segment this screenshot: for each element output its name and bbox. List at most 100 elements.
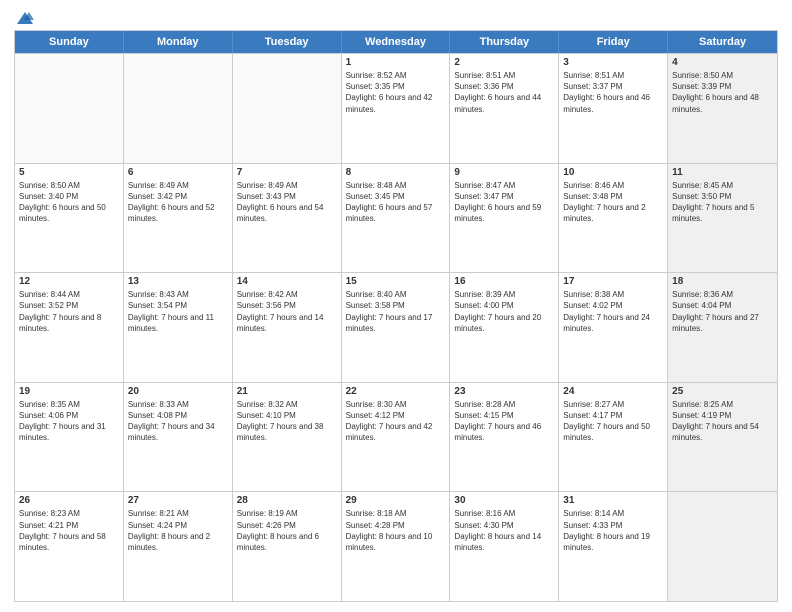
weekday-header-saturday: Saturday bbox=[668, 31, 777, 53]
calendar-cell: 4 Sunrise: 8:50 AM Sunset: 3:39 PM Daylig… bbox=[668, 54, 777, 163]
cell-info: Sunrise: 8:49 AM Sunset: 3:42 PM Dayligh… bbox=[128, 180, 228, 225]
calendar-cell: 16 Sunrise: 8:39 AM Sunset: 4:00 PM Dayli… bbox=[450, 273, 559, 382]
cell-info: Sunrise: 8:50 AM Sunset: 3:39 PM Dayligh… bbox=[672, 70, 773, 115]
cell-info: Sunrise: 8:30 AM Sunset: 4:12 PM Dayligh… bbox=[346, 399, 446, 444]
calendar-cell: 21Sunrise: 8:32 AM Sunset: 4:10 PM Dayli… bbox=[233, 383, 342, 492]
calendar-row-5: 26Sunrise: 8:23 AM Sunset: 4:21 PM Dayli… bbox=[15, 491, 777, 601]
cell-info: Sunrise: 8:38 AM Sunset: 4:02 PM Dayligh… bbox=[563, 289, 663, 334]
calendar-cell: 20Sunrise: 8:33 AM Sunset: 4:08 PM Dayli… bbox=[124, 383, 233, 492]
weekday-header-thursday: Thursday bbox=[450, 31, 559, 53]
cell-info: Sunrise: 8:21 AM Sunset: 4:24 PM Dayligh… bbox=[128, 508, 228, 553]
day-number: 4 bbox=[672, 57, 773, 68]
day-number: 13 bbox=[128, 276, 228, 287]
day-number: 9 bbox=[454, 167, 554, 178]
cell-info: Sunrise: 8:42 AM Sunset: 3:56 PM Dayligh… bbox=[237, 289, 337, 334]
day-number: 16 bbox=[454, 276, 554, 287]
calendar-cell: 7 Sunrise: 8:49 AM Sunset: 3:43 PM Daylig… bbox=[233, 164, 342, 273]
weekday-header-wednesday: Wednesday bbox=[342, 31, 451, 53]
day-number: 31 bbox=[563, 495, 663, 506]
calendar: SundayMondayTuesdayWednesdayThursdayFrid… bbox=[14, 30, 778, 602]
day-number: 7 bbox=[237, 167, 337, 178]
weekday-header-monday: Monday bbox=[124, 31, 233, 53]
cell-info: Sunrise: 8:44 AM Sunset: 3:52 PM Dayligh… bbox=[19, 289, 119, 334]
cell-info: Sunrise: 8:16 AM Sunset: 4:30 PM Dayligh… bbox=[454, 508, 554, 553]
cell-info: Sunrise: 8:50 AM Sunset: 3:40 PM Dayligh… bbox=[19, 180, 119, 225]
calendar-cell: 17 Sunrise: 8:38 AM Sunset: 4:02 PM Dayli… bbox=[559, 273, 668, 382]
day-number: 2 bbox=[454, 57, 554, 68]
day-number: 11 bbox=[672, 167, 773, 178]
day-number: 6 bbox=[128, 167, 228, 178]
calendar-cell: 11 Sunrise: 8:45 AM Sunset: 3:50 PM Dayli… bbox=[668, 164, 777, 273]
logo bbox=[14, 10, 34, 24]
calendar-cell: 14 Sunrise: 8:42 AM Sunset: 3:56 PM Dayli… bbox=[233, 273, 342, 382]
calendar-row-2: 5Sunrise: 8:50 AM Sunset: 3:40 PM Daylig… bbox=[15, 163, 777, 273]
calendar-cell: 19 Sunrise: 8:35 AM Sunset: 4:06 PM Dayli… bbox=[15, 383, 124, 492]
cell-info: Sunrise: 8:45 AM Sunset: 3:50 PM Dayligh… bbox=[672, 180, 773, 225]
cell-info: Sunrise: 8:46 AM Sunset: 3:48 PM Dayligh… bbox=[563, 180, 663, 225]
day-number: 21 bbox=[237, 386, 337, 397]
day-number: 15 bbox=[346, 276, 446, 287]
calendar-cell: 24 Sunrise: 8:27 AM Sunset: 4:17 PM Dayli… bbox=[559, 383, 668, 492]
weekday-header-tuesday: Tuesday bbox=[233, 31, 342, 53]
calendar-cell: 15 Sunrise: 8:40 AM Sunset: 3:58 PM Dayli… bbox=[342, 273, 451, 382]
cell-info: Sunrise: 8:51 AM Sunset: 3:37 PM Dayligh… bbox=[563, 70, 663, 115]
calendar-cell: 1 Sunrise: 8:52 AM Sunset: 3:35 PM Daylig… bbox=[342, 54, 451, 163]
weekday-header-sunday: Sunday bbox=[15, 31, 124, 53]
day-number: 12 bbox=[19, 276, 119, 287]
day-number: 19 bbox=[19, 386, 119, 397]
cell-info: Sunrise: 8:51 AM Sunset: 3:36 PM Dayligh… bbox=[454, 70, 554, 115]
calendar-row-4: 19 Sunrise: 8:35 AM Sunset: 4:06 PM Dayli… bbox=[15, 382, 777, 492]
cell-info: Sunrise: 8:25 AM Sunset: 4:19 PM Dayligh… bbox=[672, 399, 773, 444]
cell-info: Sunrise: 8:47 AM Sunset: 3:47 PM Dayligh… bbox=[454, 180, 554, 225]
calendar-cell: 13Sunrise: 8:43 AM Sunset: 3:54 PM Dayli… bbox=[124, 273, 233, 382]
day-number: 29 bbox=[346, 495, 446, 506]
calendar-cell: 2 Sunrise: 8:51 AM Sunset: 3:36 PM Daylig… bbox=[450, 54, 559, 163]
calendar-cell: 31Sunrise: 8:14 AM Sunset: 4:33 PM Dayli… bbox=[559, 492, 668, 601]
cell-info: Sunrise: 8:48 AM Sunset: 3:45 PM Dayligh… bbox=[346, 180, 446, 225]
calendar-cell bbox=[233, 54, 342, 163]
calendar-body: 1 Sunrise: 8:52 AM Sunset: 3:35 PM Daylig… bbox=[15, 53, 777, 601]
weekday-header-friday: Friday bbox=[559, 31, 668, 53]
day-number: 14 bbox=[237, 276, 337, 287]
cell-info: Sunrise: 8:49 AM Sunset: 3:43 PM Dayligh… bbox=[237, 180, 337, 225]
day-number: 1 bbox=[346, 57, 446, 68]
calendar-cell: 10 Sunrise: 8:46 AM Sunset: 3:48 PM Dayli… bbox=[559, 164, 668, 273]
calendar-cell: 6 Sunrise: 8:49 AM Sunset: 3:42 PM Daylig… bbox=[124, 164, 233, 273]
calendar-cell: 28 Sunrise: 8:19 AM Sunset: 4:26 PM Dayli… bbox=[233, 492, 342, 601]
calendar-cell: 25 Sunrise: 8:25 AM Sunset: 4:19 PM Dayli… bbox=[668, 383, 777, 492]
day-number: 27 bbox=[128, 495, 228, 506]
cell-info: Sunrise: 8:19 AM Sunset: 4:26 PM Dayligh… bbox=[237, 508, 337, 553]
cell-info: Sunrise: 8:35 AM Sunset: 4:06 PM Dayligh… bbox=[19, 399, 119, 444]
cell-info: Sunrise: 8:18 AM Sunset: 4:28 PM Dayligh… bbox=[346, 508, 446, 553]
calendar-cell: 26Sunrise: 8:23 AM Sunset: 4:21 PM Dayli… bbox=[15, 492, 124, 601]
calendar-cell bbox=[668, 492, 777, 601]
calendar-cell: 18Sunrise: 8:36 AM Sunset: 4:04 PM Dayli… bbox=[668, 273, 777, 382]
header bbox=[14, 10, 778, 24]
calendar-row-3: 12 Sunrise: 8:44 AM Sunset: 3:52 PM Dayli… bbox=[15, 272, 777, 382]
calendar-cell: 5Sunrise: 8:50 AM Sunset: 3:40 PM Daylig… bbox=[15, 164, 124, 273]
cell-info: Sunrise: 8:27 AM Sunset: 4:17 PM Dayligh… bbox=[563, 399, 663, 444]
calendar-cell: 8Sunrise: 8:48 AM Sunset: 3:45 PM Daylig… bbox=[342, 164, 451, 273]
day-number: 17 bbox=[563, 276, 663, 287]
calendar-cell: 22 Sunrise: 8:30 AM Sunset: 4:12 PM Dayli… bbox=[342, 383, 451, 492]
cell-info: Sunrise: 8:52 AM Sunset: 3:35 PM Dayligh… bbox=[346, 70, 446, 115]
calendar-cell: 9 Sunrise: 8:47 AM Sunset: 3:47 PM Daylig… bbox=[450, 164, 559, 273]
day-number: 25 bbox=[672, 386, 773, 397]
logo-icon bbox=[16, 10, 34, 28]
calendar-row-1: 1 Sunrise: 8:52 AM Sunset: 3:35 PM Daylig… bbox=[15, 53, 777, 163]
cell-info: Sunrise: 8:39 AM Sunset: 4:00 PM Dayligh… bbox=[454, 289, 554, 334]
cell-info: Sunrise: 8:28 AM Sunset: 4:15 PM Dayligh… bbox=[454, 399, 554, 444]
calendar-cell: 12 Sunrise: 8:44 AM Sunset: 3:52 PM Dayli… bbox=[15, 273, 124, 382]
calendar-cell: 27 Sunrise: 8:21 AM Sunset: 4:24 PM Dayli… bbox=[124, 492, 233, 601]
day-number: 24 bbox=[563, 386, 663, 397]
day-number: 28 bbox=[237, 495, 337, 506]
cell-info: Sunrise: 8:40 AM Sunset: 3:58 PM Dayligh… bbox=[346, 289, 446, 334]
calendar-header: SundayMondayTuesdayWednesdayThursdayFrid… bbox=[15, 31, 777, 53]
day-number: 30 bbox=[454, 495, 554, 506]
day-number: 10 bbox=[563, 167, 663, 178]
calendar-cell: 29 Sunrise: 8:18 AM Sunset: 4:28 PM Dayli… bbox=[342, 492, 451, 601]
calendar-cell bbox=[124, 54, 233, 163]
day-number: 22 bbox=[346, 386, 446, 397]
calendar-cell bbox=[15, 54, 124, 163]
calendar-cell: 30 Sunrise: 8:16 AM Sunset: 4:30 PM Dayli… bbox=[450, 492, 559, 601]
